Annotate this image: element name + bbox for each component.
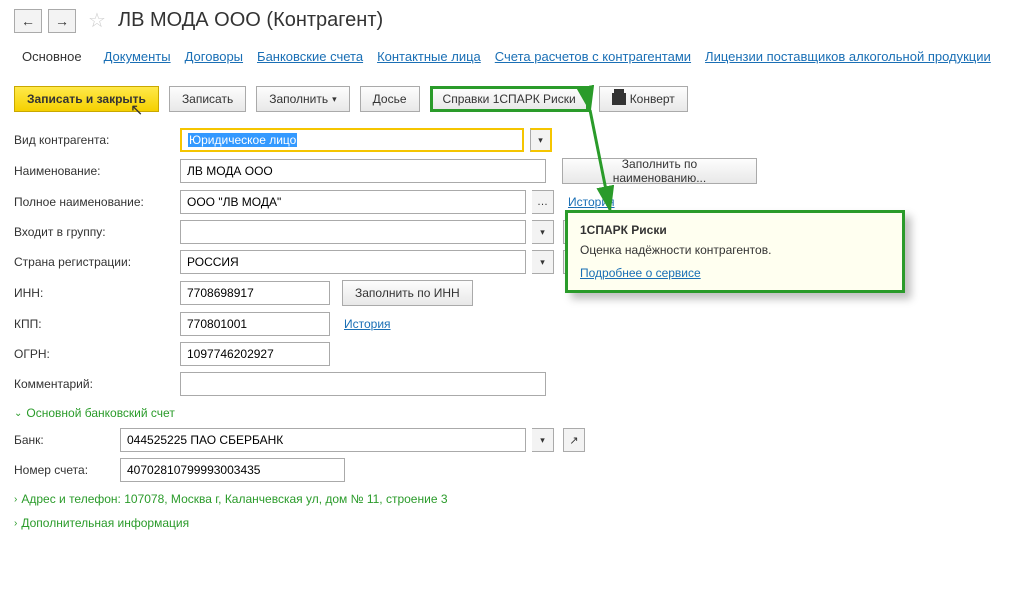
back-button[interactable]: ← <box>14 9 42 33</box>
fullname-input[interactable] <box>180 190 526 214</box>
envelope-button-label: Конверт <box>630 92 675 106</box>
dossier-button[interactable]: Досье <box>360 86 420 112</box>
chevron-right-icon: › <box>14 494 17 505</box>
type-input[interactable]: Юридическое лицо <box>180 128 524 152</box>
name-label: Наименование: <box>14 164 174 178</box>
country-label: Страна регистрации: <box>14 255 174 269</box>
chevron-down-icon: ▾ <box>332 94 337 105</box>
bank-account-section-toggle[interactable]: ⌄ Основной банковский счет <box>14 406 1010 420</box>
bank-input[interactable] <box>120 428 526 452</box>
chevron-right-icon: › <box>14 518 17 529</box>
comment-label: Комментарий: <box>14 377 174 391</box>
history-link-kpp[interactable]: История <box>344 317 391 331</box>
additional-section-label: Дополнительная информация <box>21 516 189 530</box>
group-dropdown-button[interactable]: ▾ <box>532 220 554 244</box>
tab-documents[interactable]: Документы <box>104 49 171 64</box>
kpp-input[interactable] <box>180 312 330 336</box>
address-section-label: Адрес и телефон: 107078, Москва г, Калан… <box>21 492 447 506</box>
fill-by-inn-button[interactable]: Заполнить по ИНН <box>342 280 473 306</box>
additional-section-toggle[interactable]: › Дополнительная информация <box>14 516 1010 530</box>
envelope-button[interactable]: Конверт <box>599 86 688 112</box>
tab-contracts[interactable]: Договоры <box>185 49 243 64</box>
history-link-fullname[interactable]: История <box>568 195 615 209</box>
tab-licenses[interactable]: Лицензии поставщиков алкогольной продукц… <box>705 49 991 64</box>
address-section-toggle[interactable]: › Адрес и телефон: 107078, Москва г, Кал… <box>14 492 1010 506</box>
name-input[interactable] <box>180 159 546 183</box>
type-dropdown-button[interactable]: ▾ <box>530 128 552 152</box>
fullname-ellipsis-button[interactable]: … <box>532 190 554 214</box>
group-input[interactable] <box>180 220 526 244</box>
tab-bank-accounts[interactable]: Банковские счета <box>257 49 363 64</box>
bank-dropdown-button[interactable]: ▾ <box>532 428 554 452</box>
ogrn-input[interactable] <box>180 342 330 366</box>
tab-settlements[interactable]: Счета расчетов с контрагентами <box>495 49 691 64</box>
bank-label: Банк: <box>14 433 114 447</box>
favorite-star-icon[interactable]: ☆ <box>88 8 106 33</box>
type-label: Вид контрагента: <box>14 133 174 147</box>
chevron-down-icon: ⌄ <box>14 408 22 419</box>
toolbar: Записать и закрыть Записать Заполнить ▾ … <box>14 86 1010 112</box>
inn-input[interactable] <box>180 281 330 305</box>
fullname-label: Полное наименование: <box>14 195 174 209</box>
callout-more-link[interactable]: Подробнее о сервисе <box>580 266 701 280</box>
save-close-button[interactable]: Записать и закрыть <box>14 86 159 112</box>
fill-button[interactable]: Заполнить ▾ <box>256 86 349 112</box>
tab-main[interactable]: Основное <box>14 45 90 68</box>
callout-title: 1СПАРК Риски <box>580 223 890 237</box>
country-dropdown-button[interactable]: ▾ <box>532 250 554 274</box>
account-input[interactable] <box>120 458 345 482</box>
kpp-label: КПП: <box>14 317 174 331</box>
fill-button-label: Заполнить <box>269 92 328 106</box>
group-label: Входит в группу: <box>14 225 174 239</box>
nav-tabs: Основное Документы Договоры Банковские с… <box>14 45 1010 68</box>
spark-risks-button[interactable]: Справки 1СПАРК Риски <box>430 86 589 112</box>
comment-input[interactable] <box>180 372 546 396</box>
save-button[interactable]: Записать <box>169 86 246 112</box>
callout-text: Оценка надёжности контрагентов. <box>580 243 890 257</box>
page-title: ЛВ МОДА ООО (Контрагент) <box>118 9 383 32</box>
type-value: Юридическое лицо <box>188 133 297 147</box>
spark-callout: 1СПАРК Риски Оценка надёжности контраген… <box>565 210 905 293</box>
fill-by-name-button[interactable]: Заполнить по наименованию... <box>562 158 757 184</box>
printer-icon <box>612 93 626 105</box>
account-label: Номер счета: <box>14 463 114 477</box>
country-input[interactable] <box>180 250 526 274</box>
bank-open-button[interactable]: ↗ <box>563 428 585 452</box>
ogrn-label: ОГРН: <box>14 347 174 361</box>
forward-button[interactable]: → <box>48 9 76 33</box>
bank-account-section-label: Основной банковский счет <box>26 406 174 420</box>
inn-label: ИНН: <box>14 286 174 300</box>
tab-contacts[interactable]: Контактные лица <box>377 49 481 64</box>
